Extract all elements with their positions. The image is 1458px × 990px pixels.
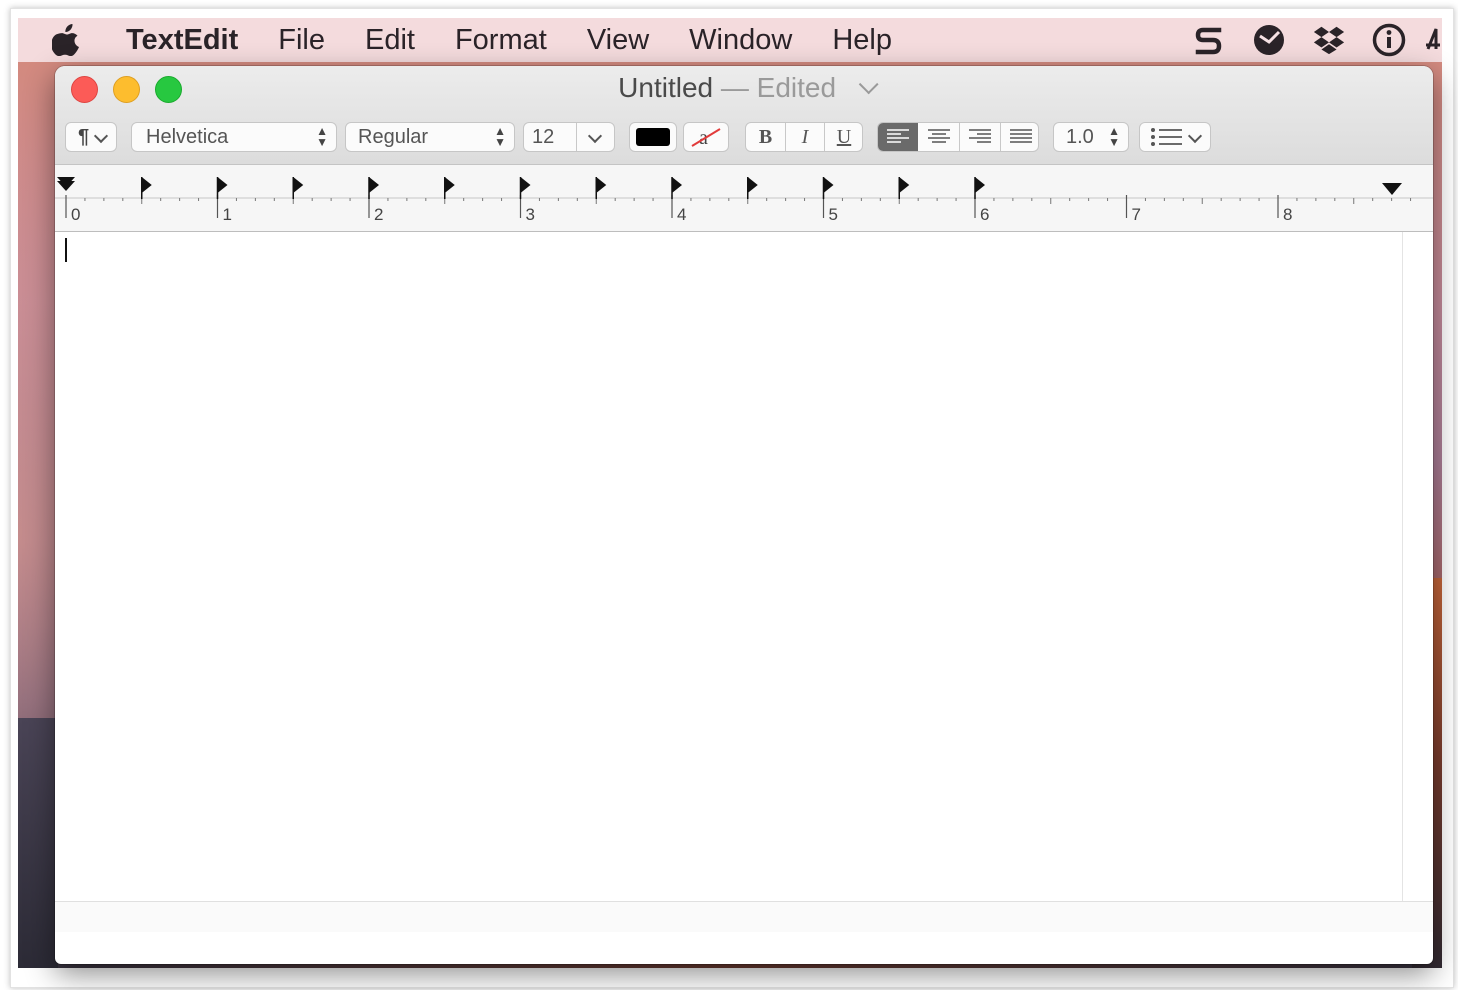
ruler-number: 8 [1283, 205, 1292, 224]
underline-button[interactable]: U [825, 126, 863, 149]
line-spacing-popup[interactable]: 1.0 ▲ ▼ [1053, 122, 1129, 152]
menu-app-textedit[interactable]: TextEdit [126, 24, 238, 57]
tab-stop-marker [596, 177, 607, 193]
background-color-well[interactable]: a [683, 122, 729, 152]
list-bullets-icon [1151, 128, 1182, 146]
ruler-number: 7 [1132, 205, 1141, 224]
tab-stop-marker [747, 177, 758, 193]
font-style-value: Regular [358, 125, 429, 148]
font-size-combobox[interactable]: 12 [523, 122, 615, 152]
list-bullets-popup[interactable] [1139, 122, 1211, 152]
title-separator: — [720, 72, 749, 103]
tab-stop-marker [672, 177, 682, 193]
ruler[interactable]: 0 1 2 3 4 5 6 7 8 [55, 165, 1433, 232]
align-right-button[interactable] [960, 123, 1000, 151]
align-left-button[interactable] [878, 123, 918, 151]
status-menu-area [1166, 18, 1442, 62]
text-insertion-cursor [65, 238, 67, 262]
title-chevron-down-icon[interactable] [858, 74, 879, 95]
battery-icon-partial[interactable] [1426, 23, 1442, 57]
align-center-icon [928, 129, 950, 143]
font-family-value: Helvetica [146, 125, 229, 148]
s-sync-icon[interactable] [1192, 23, 1226, 57]
ruler-scale: 0 1 2 3 4 5 6 7 8 [55, 177, 1433, 224]
ruler-number: 1 [223, 205, 232, 224]
updown-arrows-icon: ▲ ▼ [494, 124, 506, 149]
tab-stop-marker [444, 177, 455, 193]
document-name: Untitled [618, 72, 714, 103]
ruler-number: 3 [526, 205, 535, 224]
tab-stop-marker [975, 177, 985, 193]
font-family-popup[interactable]: Helvetica ▲ ▼ [131, 122, 337, 152]
document-text-area[interactable] [55, 232, 1433, 932]
tab-stop-marker [217, 177, 228, 193]
alignment-segmented-control [877, 122, 1039, 152]
bold-button[interactable]: B [746, 126, 785, 149]
tab-stop-marker [369, 177, 379, 193]
italic-button[interactable]: I [786, 126, 824, 149]
align-center-button[interactable] [919, 123, 959, 151]
align-justify-button[interactable] [1001, 123, 1038, 151]
window-bottom-bar [55, 901, 1433, 932]
apple-menu-icon[interactable] [51, 24, 82, 57]
chevron-down-icon [93, 128, 109, 144]
line-spacing-value: 1.0 [1066, 125, 1094, 148]
ruler-number: 2 [374, 205, 383, 224]
menu-view[interactable]: View [587, 24, 649, 57]
wallpaper-mountain-left [18, 718, 58, 968]
tab-stop-marker [823, 177, 834, 193]
clock-icon[interactable] [1252, 23, 1286, 57]
ruler-number: 0 [71, 205, 80, 224]
updown-arrows-icon: ▲ ▼ [1108, 124, 1120, 149]
menu-help[interactable]: Help [832, 24, 892, 57]
textedit-window: Untitled — Edited ¶ Helvetica ▲ ▼ Regular… [55, 66, 1433, 964]
align-left-icon [887, 129, 909, 143]
menu-edit[interactable]: Edit [365, 24, 415, 57]
pilcrow-icon: ¶ [78, 125, 90, 148]
info-icon[interactable] [1372, 23, 1406, 57]
tab-stop-marker [899, 177, 910, 193]
edited-status: Edited [756, 72, 837, 103]
window-title[interactable]: Untitled — Edited [55, 72, 1433, 104]
chevron-down-icon [587, 128, 603, 144]
dropbox-icon[interactable] [1312, 23, 1346, 57]
menu-bar: TextEdit File Edit Format View Window He… [18, 18, 1442, 62]
tab-stop-marker [520, 177, 531, 193]
font-size-value: 12 [532, 125, 555, 148]
text-style-group: B I U [745, 122, 863, 152]
ruler-number: 6 [980, 205, 989, 224]
align-right-icon [969, 129, 991, 143]
right-margin-marker [1382, 183, 1402, 195]
ruler-number: 5 [829, 205, 838, 224]
tab-stop-marker [293, 177, 304, 193]
no-highlight-color-icon: a [691, 127, 721, 149]
window-titlebar[interactable]: Untitled — Edited ¶ Helvetica ▲ ▼ Regular… [55, 66, 1433, 165]
updown-arrows-icon: ▲ ▼ [316, 124, 328, 149]
font-style-popup[interactable]: Regular ▲ ▼ [345, 122, 515, 152]
menu-file[interactable]: File [278, 24, 325, 57]
paragraph-style-popup[interactable]: ¶ [65, 122, 117, 152]
left-indent-marker [57, 181, 75, 191]
align-justify-icon [1009, 129, 1032, 143]
text-color-swatch [636, 128, 670, 146]
text-container-right-edge [1402, 232, 1403, 932]
text-color-well[interactable] [629, 122, 677, 152]
tab-stop-marker [141, 177, 152, 193]
ruler-number: 4 [677, 205, 686, 224]
menu-format[interactable]: Format [455, 24, 547, 57]
chevron-down-icon [1187, 128, 1203, 144]
menu-window[interactable]: Window [689, 24, 792, 57]
